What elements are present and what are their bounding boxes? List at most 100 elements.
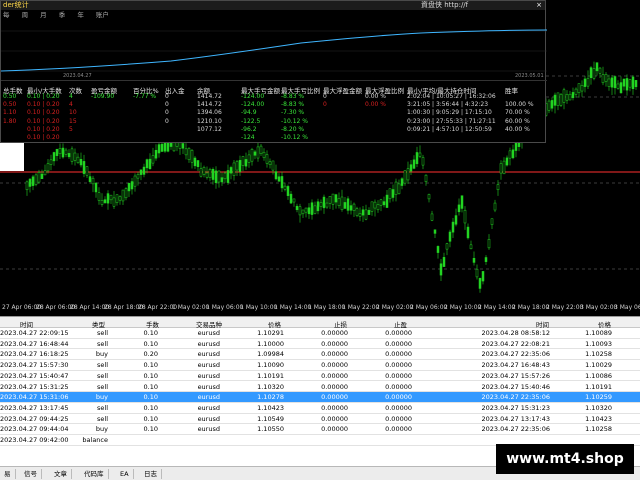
table-row[interactable]: 2023.04.27 22:09:15 sell 0.10 eurusd 1.10291… — [0, 328, 640, 339]
stats-cell-max-loss-percent: -10.12 % — [281, 117, 308, 125]
candle-body — [595, 62, 599, 72]
cell-lots: 0.10 — [143, 339, 158, 348]
candle-body — [58, 148, 62, 155]
candle-body — [487, 239, 491, 249]
candle-body — [70, 148, 74, 162]
table-row[interactable]: 2023.04.27 09:44:04 buy 0.10 eurusd 1.10550 0… — [0, 424, 640, 435]
candle-body — [241, 156, 245, 166]
x-axis-label: 1 May 14:00 — [274, 304, 312, 311]
candle-body — [160, 143, 164, 152]
menu-item-quarter[interactable]: 季 — [59, 11, 66, 19]
candle-body — [202, 167, 206, 175]
stats-cell-max-float-percent: 0.00 % — [365, 101, 386, 109]
candle-body — [589, 67, 593, 78]
stats-cell-win-rate: 70.00 % — [505, 109, 530, 117]
menu-item-week[interactable]: 周 — [22, 11, 29, 19]
candle-body — [352, 203, 356, 211]
x-axis-label: 2 May 06:00 — [410, 304, 448, 311]
stats-cell-max-loss-amount: -124.00 — [241, 93, 265, 100]
candle-body — [304, 207, 308, 213]
cell-type: buy — [95, 393, 108, 402]
table-row[interactable]: 2023.04.27 09:44:25 sell 0.10 eurusd 1.10549… — [0, 414, 640, 425]
tab-signals[interactable]: 信号 — [20, 469, 42, 479]
table-row[interactable]: 2023.04.27 15:40:47 sell 0.10 eurusd 1.10191… — [0, 371, 640, 382]
stats-period-menu: 每 周 月 季 年 账户 — [1, 11, 119, 20]
candle-body — [244, 159, 248, 167]
stats-cell-win-rate: 40.00 % — [505, 125, 530, 133]
candle-body — [64, 149, 68, 155]
candle-body — [616, 83, 620, 89]
candle-body — [466, 226, 470, 239]
menu-item-day[interactable]: 每 — [3, 11, 10, 19]
candle-body — [607, 78, 611, 87]
candle-body — [217, 170, 221, 183]
candle-body — [508, 150, 512, 159]
menu-item-account[interactable]: 账户 — [96, 11, 109, 19]
candle-body — [184, 148, 188, 156]
table-row[interactable]: 2023.04.27 15:31:06 buy 0.10 eurusd 1.10278 0… — [0, 392, 640, 403]
candle-body — [631, 76, 635, 89]
table-row[interactable]: 2023.04.27 15:31:25 sell 0.10 eurusd 1.10320… — [0, 382, 640, 393]
candle-body — [226, 170, 230, 183]
candle-body — [385, 194, 389, 208]
stats-cell-trade-count: 5 — [69, 125, 73, 133]
candle-body — [586, 78, 590, 87]
candle-body — [307, 207, 311, 215]
candle-body — [250, 149, 254, 162]
candle-body — [181, 143, 185, 149]
stats-cell-balance: 1210.10 — [197, 117, 222, 125]
stats-cell-max-loss-amount: -122.5 — [241, 117, 261, 125]
candle-body — [133, 175, 137, 187]
table-row[interactable]: 2023.04.27 13:17:45 sell 0.10 eurusd 1.10423… — [0, 403, 640, 414]
cell-open-time: 2023.04.27 09:44:25 — [0, 414, 69, 423]
table-row[interactable]: 2023.04.27 16:18:25 buy 0.20 eurusd 1.09984 0… — [0, 349, 640, 361]
menu-item-year[interactable]: 年 — [77, 11, 84, 19]
cell-take-profit: 0.00000 — [385, 393, 412, 402]
cell-take-profit: 0.00000 — [385, 414, 412, 423]
x-axis-label: 1 May 18:00 — [308, 304, 346, 311]
cell-open-time: 2023.04.27 16:48:44 — [0, 339, 69, 348]
cell-stop-loss: 0.00000 — [321, 339, 348, 348]
close-icon[interactable]: × — [535, 1, 543, 9]
stats-cell-max-loss-amount: -124.00 — [241, 101, 265, 109]
candle-body — [298, 206, 302, 216]
cell-open-price: 1.10423 — [257, 403, 284, 412]
cell-open-time: 2023.04.27 15:31:06 — [0, 393, 69, 402]
table-row[interactable]: 2023.04.27 15:57:30 sell 0.10 eurusd 1.10090… — [0, 360, 640, 371]
candle-body — [598, 67, 602, 74]
candle-body — [199, 168, 203, 177]
cell-lots: 0.10 — [143, 403, 158, 412]
x-axis-label: 1 May 02:00 — [172, 304, 210, 311]
x-axis-label: 3 May 06:00 — [614, 304, 640, 311]
cell-close-price: 1.10258 — [585, 350, 612, 359]
cell-close-price: 1.10029 — [585, 361, 612, 370]
x-axis-label: 2 May 02:00 — [376, 304, 414, 311]
candle-body — [223, 172, 227, 180]
chart-overlay-box — [0, 143, 24, 171]
cell-type: sell — [97, 329, 108, 337]
cell-stop-loss: 0.00000 — [321, 414, 348, 423]
stats-cell-total-lots: 1.80 — [3, 117, 17, 125]
cell-open-time: 2023.04.27 15:40:47 — [0, 371, 69, 380]
tab-trade[interactable]: 易 — [0, 469, 16, 479]
candle-body — [505, 157, 509, 166]
cell-type: sell — [97, 403, 108, 412]
candle-body — [100, 200, 104, 205]
cell-open-price: 1.10090 — [257, 361, 284, 370]
candle-body — [358, 213, 362, 217]
candle-body — [406, 168, 410, 181]
menu-item-month[interactable]: 月 — [40, 11, 47, 19]
candle-body — [367, 210, 371, 215]
tab-code-base[interactable]: 代码库 — [80, 469, 109, 479]
candle-body — [91, 177, 95, 185]
cell-symbol: eurusd — [197, 371, 220, 380]
stats-cell-max-loss-percent: -8.20 % — [281, 125, 305, 133]
tab-ea[interactable]: EA — [116, 469, 134, 479]
candle-body — [334, 194, 338, 203]
tab-articles[interactable]: 文章 — [50, 469, 72, 479]
candle-body — [340, 196, 344, 210]
balance-line — [0, 29, 548, 72]
table-row[interactable]: 2023.04.27 16:48:44 sell 0.10 eurusd 1.10000… — [0, 339, 640, 350]
tab-journal[interactable]: 日志 — [140, 469, 162, 479]
cell-open-price: 1.10191 — [257, 371, 284, 380]
